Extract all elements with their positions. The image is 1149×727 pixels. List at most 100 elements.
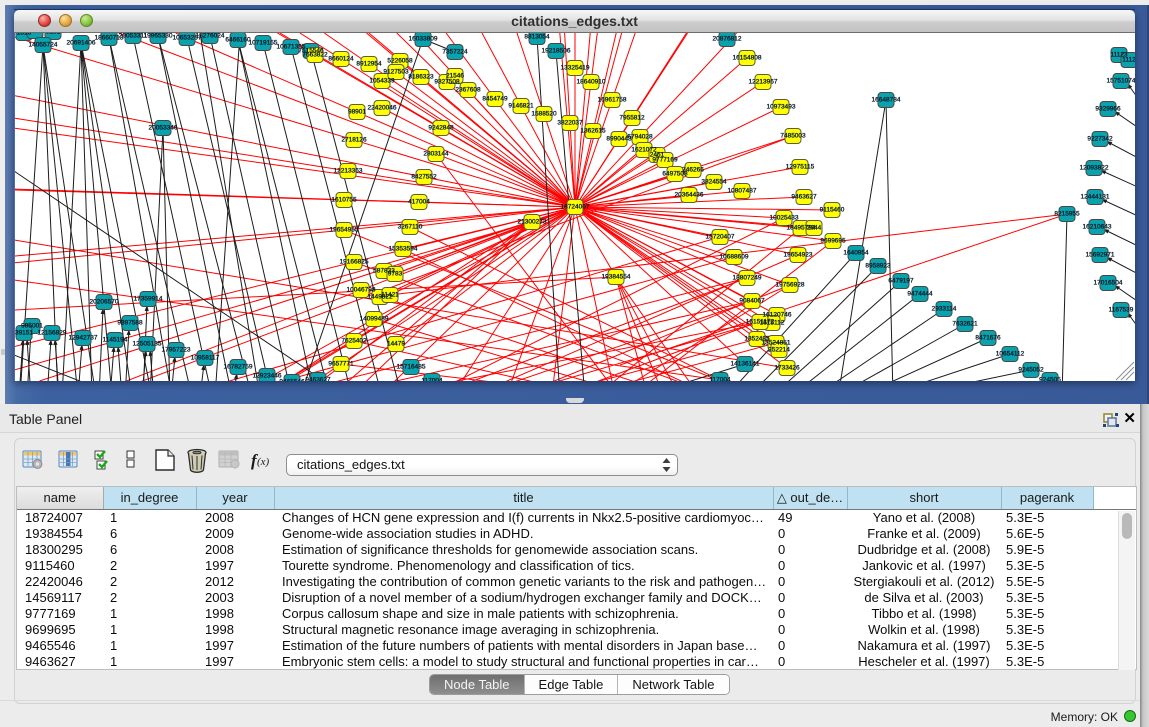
svg-text:15720407: 15720407 [706,234,735,241]
svg-text:14479: 14479 [387,341,405,348]
svg-text:8912954: 8912954 [356,61,382,68]
svg-text:8215955: 8215955 [1054,211,1080,218]
svg-text:1588520: 1588520 [531,111,557,118]
svg-text:16210643: 16210643 [1083,224,1112,231]
svg-text:18640910: 18640910 [577,79,606,86]
svg-text:9397588: 9397588 [117,320,143,327]
svg-text:746266: 746266 [682,167,704,174]
svg-text:10688609: 10688609 [720,254,749,261]
svg-text:3822037: 3822037 [557,120,583,127]
svg-text:16782759: 16782759 [224,364,253,371]
svg-text:2055: 2055 [28,33,43,35]
svg-text:9146821: 9146821 [508,103,534,110]
svg-text:12213967: 12213967 [749,79,778,86]
svg-text:16151172: 16151172 [746,319,775,326]
svg-text:985001: 985001 [21,323,43,330]
svg-text:22420046: 22420046 [368,105,397,112]
svg-text:3267110: 3267110 [398,224,423,231]
svg-text:9657771: 9657771 [328,361,354,368]
svg-text:19965330: 19965330 [144,33,173,40]
svg-text:9242848: 9242848 [428,125,454,132]
svg-text:20206570: 20206570 [90,299,119,306]
svg-text:1362615: 1362615 [580,128,606,135]
svg-text:12942737: 12942737 [69,335,98,342]
svg-text:19166825: 19166825 [340,259,369,266]
svg-text:19654923: 19654923 [784,252,813,259]
svg-text:6479197: 6479197 [888,278,914,285]
svg-text:2718126: 2718126 [341,137,367,144]
svg-text:16648784: 16648784 [872,97,901,104]
svg-text:1352485: 1352485 [744,336,770,343]
svg-text:9463627: 9463627 [791,194,817,201]
svg-text:3824554: 3824554 [701,179,727,186]
svg-text:1610755: 1610755 [331,197,357,204]
svg-text:16154808: 16154808 [733,55,762,62]
svg-text:10807487: 10807487 [728,188,757,195]
svg-text:8813054: 8813054 [524,34,550,41]
svg-text:9227342: 9227342 [1087,136,1113,143]
svg-text:9699695: 9699695 [820,238,846,245]
svg-text:15692971: 15692971 [1086,252,1115,259]
svg-text:19218506: 19218506 [542,48,571,55]
svg-text:9327508: 9327508 [434,79,460,86]
svg-text:10973493: 10973493 [767,104,796,111]
svg-text:14055724: 14055724 [29,42,58,49]
svg-text:12505135: 12505135 [133,341,162,348]
svg-text:9783: 9783 [388,271,403,278]
svg-text:417004: 417004 [408,199,430,206]
svg-text:2933114: 2933114 [932,306,957,313]
svg-text:15353594: 15353594 [389,246,418,253]
svg-text:12156829: 12156829 [38,330,67,337]
svg-text:17016504: 17016504 [1094,280,1123,287]
svg-text:20053346: 20053346 [149,125,178,132]
svg-text:10654112: 10654112 [996,351,1025,358]
svg-text:21300273: 21300273 [518,219,547,226]
svg-text:7663822: 7663822 [302,52,328,59]
svg-text:9084067: 9084067 [739,298,765,305]
svg-text:5226058: 5226058 [387,58,413,65]
svg-text:117004: 117004 [421,378,443,382]
svg-text:1054339: 1054339 [369,78,395,85]
svg-text:16961758: 16961758 [598,97,627,104]
svg-text:14099489: 14099489 [360,316,389,323]
svg-text:924505: 924505 [1039,377,1061,382]
svg-text:9465546: 9465546 [279,379,305,382]
svg-text:12444131: 12444131 [1081,194,1110,201]
svg-text:10958117: 10958117 [191,355,220,362]
svg-text:(x): (x) [257,456,270,468]
svg-text:98901: 98901 [348,109,366,116]
svg-text:7632621: 7632621 [952,321,978,328]
svg-text:8427552: 8427552 [411,174,437,181]
svg-text:17359914: 17359914 [134,296,163,303]
svg-text:14136141: 14136141 [731,361,760,368]
svg-text:19384554: 19384554 [602,274,631,281]
svg-text:15716485: 15716485 [397,364,426,371]
svg-text:9463627: 9463627 [305,377,331,382]
svg-text:10719155: 10719155 [249,40,278,47]
svg-text:39151: 39151 [15,330,33,337]
svg-text:20691406: 20691406 [67,40,96,47]
svg-text:1145194: 1145194 [103,337,128,344]
svg-text:117004: 117004 [709,377,731,382]
svg-text:252214: 252214 [768,347,790,354]
svg-text:1112: 1112 [1122,57,1135,64]
svg-text:19654955: 19654955 [330,227,359,234]
svg-text:21546: 21546 [446,73,464,80]
svg-text:6466160: 6466160 [225,37,251,44]
svg-text:7625402: 7625402 [341,338,367,345]
svg-text:20876812: 20876812 [713,36,742,43]
svg-text:11421: 11421 [381,292,399,299]
svg-text:10025433: 10025433 [770,215,799,222]
svg-text:2803144: 2803144 [423,151,449,158]
svg-text:12975115: 12975115 [786,164,815,171]
svg-text:20364436: 20364436 [675,192,704,199]
svg-text:15276024: 15276024 [196,33,225,40]
svg-text:8186323: 8186323 [408,74,434,81]
svg-text:12093822: 12093822 [1080,165,1109,172]
svg-text:9777169: 9777169 [652,157,678,164]
svg-text:8660124: 8660124 [328,56,354,63]
svg-text:9329966: 9329966 [1095,106,1121,113]
svg-text:8454749: 8454749 [482,96,508,103]
svg-text:12923446: 12923446 [253,373,282,380]
svg-text:1167539: 1167539 [1109,307,1134,314]
